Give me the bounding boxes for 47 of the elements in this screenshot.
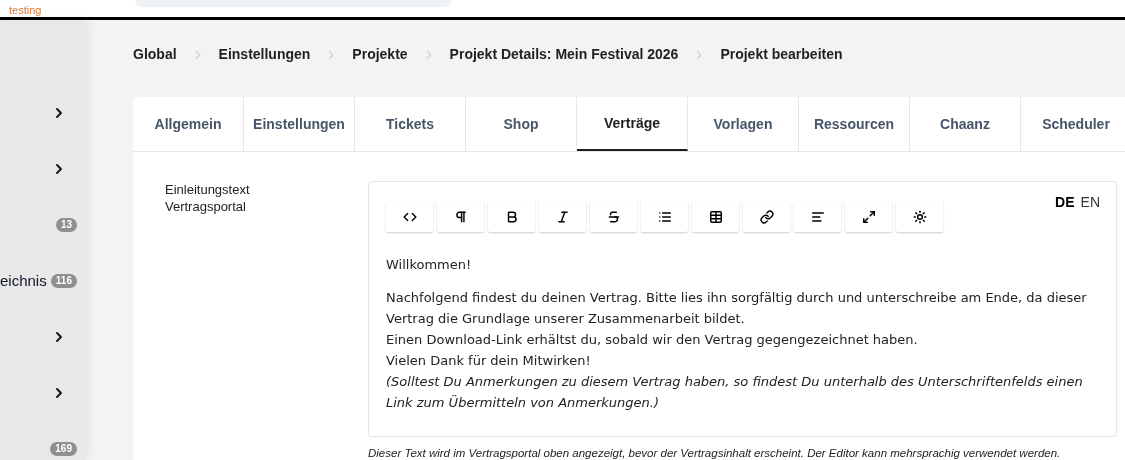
count-badge: 169 [50,442,77,456]
breadcrumb-link[interactable]: Projekt Details: Mein Festival 2026 [449,44,679,65]
list-icon [657,209,672,224]
toolbar-button[interactable] [488,201,535,232]
toolbar-button[interactable] [590,201,637,232]
editor-text-line: Nachfolgend findest du deinen Vertrag. Bitte lies ihn sorgfältig durch und unterschreibe am Ende, da dieser Vertrag die Grundlage unserer Zusammenarbeit bildet. [386,289,1088,328]
tab[interactable]: Vorlagen [688,97,799,151]
breadcrumb-link[interactable]: Einstellungen [218,44,311,65]
link-icon [759,209,774,224]
toolbar-button[interactable] [743,201,790,232]
breadcrumb-link[interactable]: Global [133,44,177,65]
tab[interactable]: Verträge [577,97,688,151]
tab[interactable]: Ressourcen [799,97,910,151]
toolbar-button[interactable] [845,201,892,232]
editor-text-line: Einen Download-Link erhältst du, sobald wir den Vertrag gegengezeichnet haben. [386,331,919,349]
toolbar-button[interactable] [896,201,943,232]
align-left-icon [810,209,825,224]
table-icon [708,209,723,224]
toolbar-button[interactable] [794,201,841,232]
toolbar-button[interactable] [692,201,739,232]
editor-text-line: (Solltest Du Anmerkungen zu diesem Vertrag haben, so findest Du unterhalb des Unterschriftenfelds einen Link zum Übermitteln von Anmerkungen.) [386,373,1084,412]
strikethrough-icon [606,209,621,224]
editor-text-line: Willkommen! [386,256,473,274]
toolbar-button[interactable] [437,201,484,232]
field-hint: Dieser Text wird im Vertragsportal oben angezeigt, bevor der Vertragsinhalt erscheint. Der Editor kann mehrsprachig verwendet werden. [368,446,1062,460]
language-option[interactable]: DE [1055,192,1075,213]
tab[interactable]: Shop [466,97,577,151]
count-badge: 13 [55,218,77,232]
expand-icon [861,209,876,224]
tab[interactable]: Einstellungen [244,97,355,151]
language-option[interactable]: EN [1080,192,1100,213]
tab[interactable]: Chaanz [910,97,1021,151]
tab[interactable]: Scheduler [1021,97,1125,151]
tab[interactable]: Allgemein [133,97,244,151]
editor-text-line: Vielen Dank für dein Mitwirken! [386,352,592,370]
breadcrumb-link[interactable]: Projekt bearbeiten [720,44,843,65]
count-badge: 116 [50,274,77,288]
sidebar-item-label[interactable]: eichnis [0,269,47,293]
field-label: Einleitungstext Vertragsportal [165,181,251,215]
rich-text-editor[interactable] [368,181,1117,437]
toolbar-button[interactable] [641,201,688,232]
sun-icon [912,209,927,224]
breadcrumb-link[interactable]: Projekte [352,44,408,65]
italic-icon [555,209,570,224]
pilcrow-icon [453,209,468,224]
environment-label: testing [9,4,42,16]
tab[interactable]: Tickets [355,97,466,151]
